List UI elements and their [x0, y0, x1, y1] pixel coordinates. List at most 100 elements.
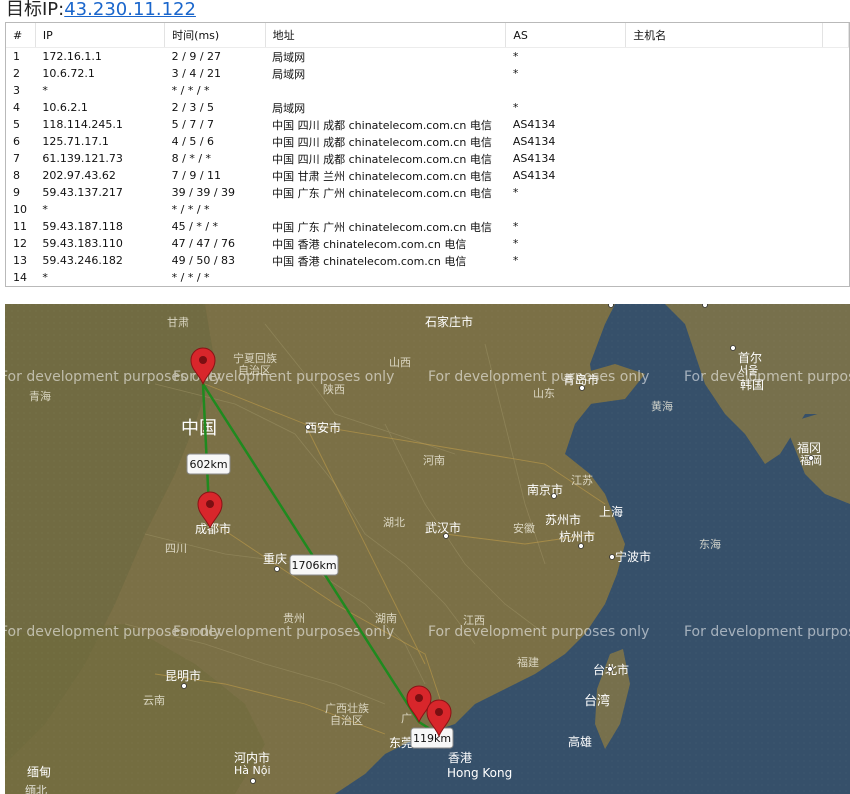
city-dot: [274, 566, 280, 572]
cell-time: 39 / 39 / 39: [171, 186, 236, 199]
table-row[interactable]: 14 * * / * / *: [6, 269, 849, 286]
city-dot: [609, 554, 615, 560]
map-label: Hà Nội: [234, 764, 271, 777]
cell-as: *: [512, 237, 519, 250]
cell-index: 9: [13, 186, 20, 199]
map-label: Hong Kong: [447, 766, 512, 780]
cell-index: 14: [13, 271, 27, 284]
distance-label-lanzhou-guangzhou: 1706km: [291, 559, 336, 572]
column-header-as[interactable]: AS: [505, 23, 627, 48]
cell-extra: [823, 116, 849, 133]
table-row[interactable]: 9 59.43.137.217 39 / 39 / 39 中国 广东 广州 china…: [6, 184, 849, 201]
table-row[interactable]: 2 10.6.72.1 3 / 4 / 21 局域网 *: [6, 65, 849, 82]
map-label: 东海: [699, 537, 721, 551]
map-label: 湖北: [383, 516, 405, 529]
map-label: 昆明市: [165, 668, 201, 683]
cell-as: *: [512, 67, 519, 80]
cell-address: 中国 四川 成都 chinatelecom.com.cn 电信: [272, 152, 492, 166]
cell-extra: [823, 82, 849, 99]
map-label: 香港: [448, 751, 472, 765]
cell-address: [265, 269, 506, 286]
city-dot: [305, 424, 311, 430]
cell-ip: 202.97.43.62: [42, 169, 116, 182]
table-header-row: # IP 时间(ms) 地址 AS 主机名: [6, 23, 849, 48]
cell-ip: *: [42, 203, 48, 216]
table-row[interactable]: 3 * * / * / *: [6, 82, 849, 99]
cell-index: 2: [13, 67, 20, 80]
cell-as: *: [512, 186, 519, 199]
cell-index: 5: [13, 118, 20, 131]
map-label: 石家庄市: [425, 314, 473, 329]
route-map[interactable]: For development purposes only For develo…: [5, 304, 850, 794]
cell-address: 中国 广东 广州 chinatelecom.com.cn 电信: [272, 186, 492, 200]
map-label: 福建: [517, 655, 539, 669]
cell-index: 4: [13, 101, 20, 114]
city-dot: [443, 533, 449, 539]
table-row[interactable]: 7 61.139.121.73 8 / * / * 中国 四川 成都 chinatel…: [6, 150, 849, 167]
map-label: 陕西: [323, 382, 345, 396]
map-label: 甘肃: [167, 316, 189, 329]
cell-address: 局域网: [272, 101, 306, 115]
table-row[interactable]: 1 172.16.1.1 2 / 9 / 27 局域网 *: [6, 48, 849, 66]
map-label: 缅北: [25, 783, 47, 794]
table-row[interactable]: 10 * * / * / *: [6, 201, 849, 218]
cell-time: * / * / *: [171, 203, 210, 216]
cell-address: 中国 四川 成都 chinatelecom.com.cn 电信: [272, 135, 492, 149]
cell-hostname: [626, 48, 823, 66]
table-row[interactable]: 13 59.43.246.182 49 / 50 / 83 中国 香港 chinate…: [6, 252, 849, 269]
cell-index: 13: [13, 254, 27, 267]
city-dot: [808, 455, 814, 461]
map-label: 黄海: [651, 399, 673, 413]
cell-ip: *: [42, 271, 48, 284]
cell-extra: [823, 252, 849, 269]
column-header-hostname[interactable]: 主机名: [625, 23, 824, 48]
table-row[interactable]: 12 59.43.183.110 47 / 47 / 76 中国 香港 chinate…: [6, 235, 849, 252]
cell-as: *: [512, 50, 519, 63]
city-dot: [551, 493, 557, 499]
cell-time: 45 / * / *: [171, 220, 219, 233]
map-label: 南京市: [527, 482, 563, 497]
table-row[interactable]: 8 202.97.43.62 7 / 9 / 11 中国 甘肃 兰州 chinatel…: [6, 167, 849, 184]
cell-time: 49 / 50 / 83: [171, 254, 236, 267]
column-header-time[interactable]: 时间(ms): [164, 23, 266, 48]
map-label: 首尔: [738, 350, 762, 365]
column-header-index[interactable]: #: [6, 23, 36, 48]
cell-extra: [823, 184, 849, 201]
map-label: 青岛市: [563, 372, 599, 387]
cell-as: AS4134: [512, 135, 556, 148]
cell-hostname: [626, 167, 823, 184]
cell-extra: [823, 133, 849, 150]
cell-ip: 125.71.17.1: [42, 135, 109, 148]
column-header-address[interactable]: 地址: [265, 23, 507, 48]
table-row[interactable]: 11 59.43.187.118 45 / * / * 中国 广东 广州 chinat…: [6, 218, 849, 235]
cell-hostname: [626, 235, 823, 252]
cell-address: 局域网: [272, 50, 306, 64]
table-row[interactable]: 5 118.114.245.1 5 / 7 / 7 中国 四川 成都 chinatel…: [6, 116, 849, 133]
map-canvas: For development purposes only For develo…: [5, 304, 850, 794]
distance-label-guangzhou-hongkong: 119km: [413, 732, 451, 745]
cell-address: 中国 广东 广州 chinatelecom.com.cn 电信: [272, 220, 492, 234]
table-row[interactable]: 6 125.71.17.1 4 / 5 / 6 中国 四川 成都 chinatelec…: [6, 133, 849, 150]
cell-time: * / * / *: [171, 271, 210, 284]
cell-hostname: [626, 201, 823, 218]
cell-index: 12: [13, 237, 27, 250]
column-header-ip[interactable]: IP: [35, 23, 166, 48]
cell-ip: 59.43.137.217: [42, 186, 123, 199]
cell-ip: *: [42, 84, 48, 97]
cell-extra: [823, 150, 849, 167]
cell-as: AS4134: [512, 118, 556, 131]
map-label: 宁夏回族: [233, 351, 277, 365]
map-label: 河南: [423, 454, 445, 467]
cell-hostname: [626, 116, 823, 133]
map-label: 江苏: [571, 474, 593, 487]
map-label: 广西壮族: [325, 701, 369, 715]
table-row[interactable]: 4 10.6.2.1 2 / 3 / 5 局域网 *: [6, 99, 849, 116]
city-dot: [730, 345, 736, 351]
map-label: 广: [401, 712, 412, 725]
map-label: 山东: [533, 387, 555, 400]
map-label: 四川: [165, 542, 187, 555]
map-label: 青海: [29, 389, 51, 403]
target-ip-link[interactable]: 43.230.11.122: [64, 0, 196, 20]
map-label: 东莞: [389, 736, 413, 750]
cell-time: 7 / 9 / 11: [171, 169, 222, 182]
